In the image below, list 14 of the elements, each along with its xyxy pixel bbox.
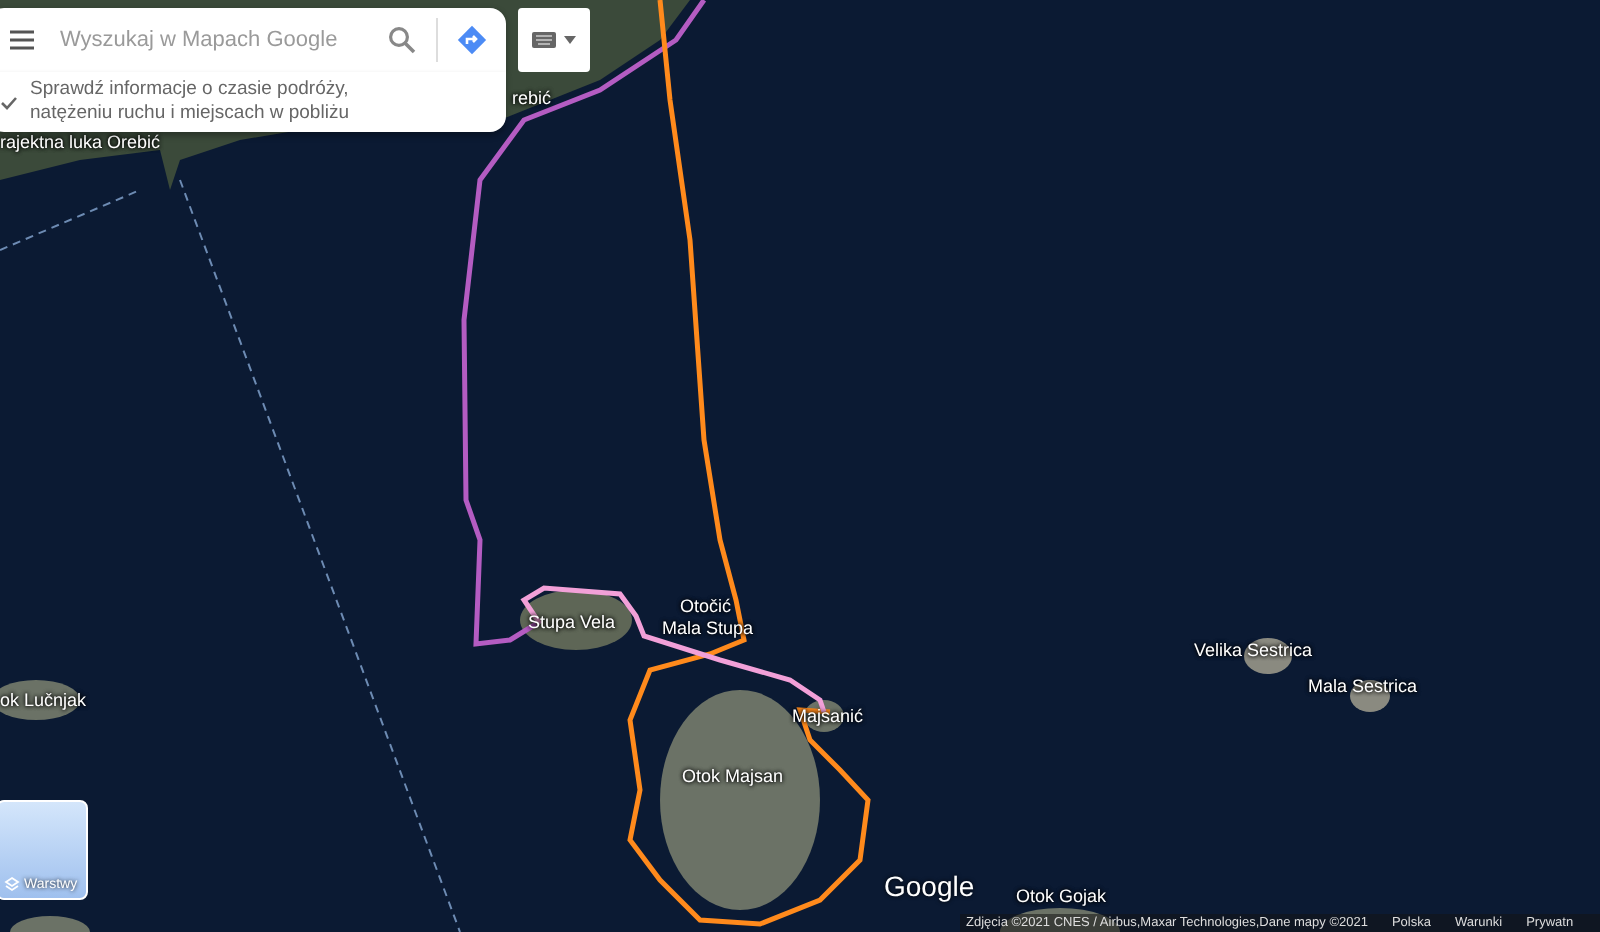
search-box[interactable]: Wyszukaj w Mapach Google: [0, 8, 506, 72]
google-logo: Google: [884, 870, 975, 902]
map-label: Mala Sestrica: [1308, 676, 1418, 696]
map-label: Otok Gojak: [1016, 886, 1107, 906]
check-icon: [0, 95, 18, 109]
map-label: Otočić: [680, 596, 732, 616]
map-label: rebić: [512, 88, 552, 108]
layers-icon: [4, 876, 20, 892]
keyboard-icon: [532, 32, 556, 48]
map-label: rajektna luka Orebić: [0, 132, 161, 152]
keyboard-button[interactable]: [518, 8, 590, 72]
hint-text: Sprawdź informacje o czasie podróży, natężeniu ruchu i miejscach w pobliżu: [30, 78, 351, 126]
map-label: Otok Majsan: [682, 766, 784, 786]
caret-icon: [564, 36, 576, 44]
